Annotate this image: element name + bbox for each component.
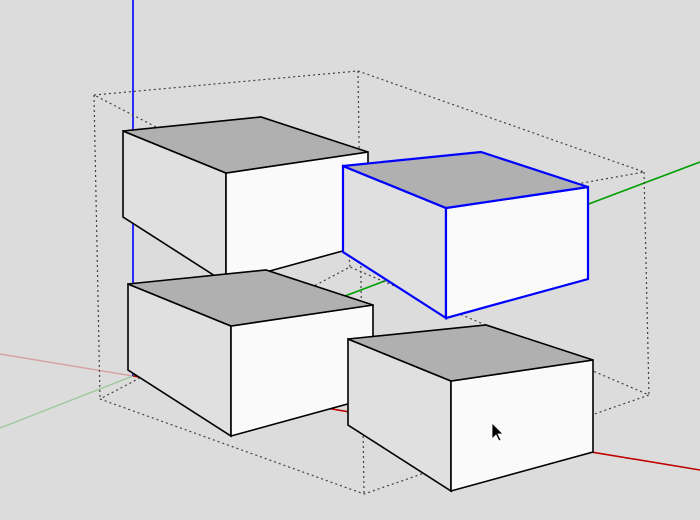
viewport-background: [0, 0, 700, 520]
viewport-3d[interactable]: [0, 0, 700, 520]
